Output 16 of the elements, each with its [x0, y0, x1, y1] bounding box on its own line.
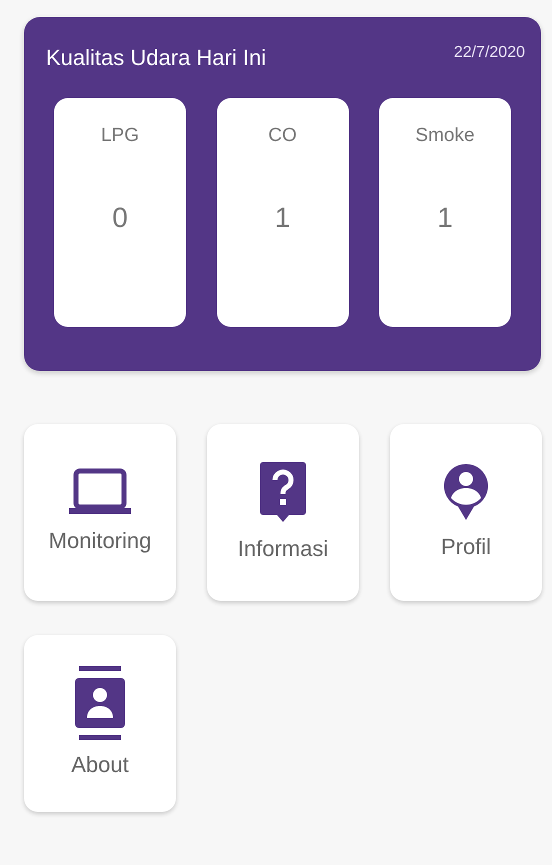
sensor-label: CO [268, 124, 297, 148]
menu-tile[interactable]: Profil [390, 424, 542, 601]
card-title: Kualitas Udara Hari Ini [46, 44, 266, 72]
menu-tile[interactable]: Monitoring [24, 424, 176, 601]
laptop-icon [69, 468, 131, 516]
contact-icon [74, 666, 126, 740]
menu-tile[interactable]: Informasi [207, 424, 359, 601]
date-label: 22/7/2020 [454, 43, 525, 63]
sensor-label: Smoke [415, 124, 475, 148]
user-pin-icon [442, 462, 490, 522]
sensor-value: 1 [437, 200, 453, 234]
menu-tile[interactable]: About [24, 635, 176, 812]
sensor-label: LPG [100, 124, 140, 148]
sensor-value: 0 [112, 200, 128, 234]
question-icon [259, 460, 307, 524]
sensor-value: 1 [274, 200, 290, 234]
